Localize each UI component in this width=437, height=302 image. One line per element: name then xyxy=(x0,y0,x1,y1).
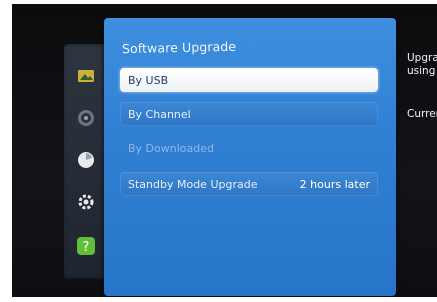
menu-item-by-channel[interactable]: By Channel xyxy=(120,102,378,126)
menu-item-label: By Channel xyxy=(128,107,191,121)
info-text-line1: Upgra xyxy=(407,52,437,64)
side-menu-rail: ? xyxy=(64,44,108,279)
menu-item-value: 2 hours later xyxy=(299,177,370,191)
info-text-line2: using xyxy=(407,65,436,77)
system-icon[interactable] xyxy=(76,192,96,212)
menu-item-label: Standby Mode Upgrade xyxy=(128,177,258,191)
menu-item-label: By Downloaded xyxy=(128,141,214,155)
tv-screen: ? Software Upgrade By USB By Channel By … xyxy=(12,4,437,297)
menu-item-standby-mode-upgrade[interactable]: Standby Mode Upgrade 2 hours later xyxy=(120,172,378,196)
info-text-line3: Curren xyxy=(407,108,437,120)
menu-item-by-usb[interactable]: By USB xyxy=(120,68,378,92)
picture-icon[interactable] xyxy=(76,66,96,86)
menu-item-label: By USB xyxy=(128,73,169,87)
support-icon[interactable]: ? xyxy=(76,236,96,256)
menu-item-by-downloaded: By Downloaded xyxy=(120,136,378,160)
panel-title: Software Upgrade xyxy=(121,38,237,57)
software-upgrade-panel: Software Upgrade By USB By Channel By Do… xyxy=(104,18,396,296)
svg-text:?: ? xyxy=(83,240,90,255)
sound-icon[interactable] xyxy=(76,108,96,128)
broadcast-icon[interactable] xyxy=(76,150,96,170)
